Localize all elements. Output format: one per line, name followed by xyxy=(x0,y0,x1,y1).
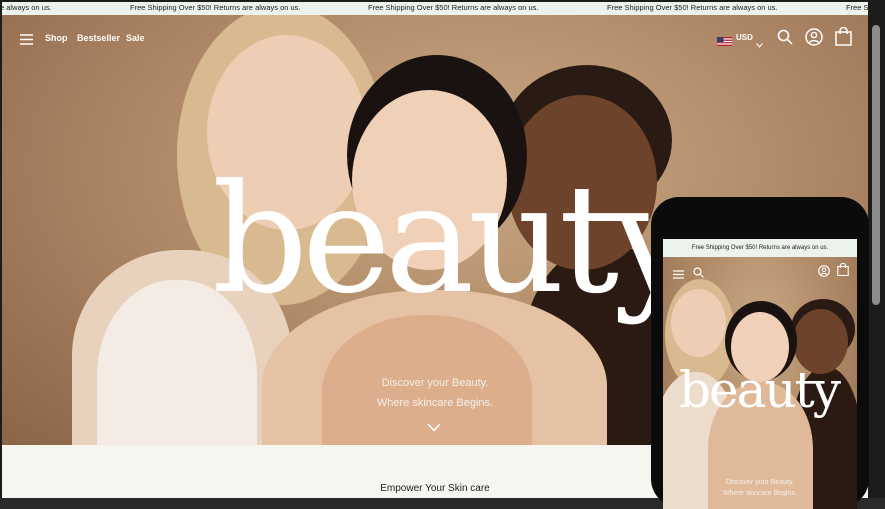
nav-link-sale[interactable]: Sale xyxy=(126,33,145,43)
search-icon[interactable] xyxy=(693,265,704,278)
currency-selector[interactable]: USD xyxy=(717,32,765,48)
nav-link-bestseller[interactable]: Bestseller xyxy=(77,33,120,43)
mobile-preview: Free Shipping Over $50! Returns are alwa… xyxy=(651,197,869,509)
announcement-text: Free Shipping Over $50! Returns are alwa… xyxy=(846,3,868,12)
scrollbar-thumb[interactable] xyxy=(872,25,880,305)
us-flag-icon xyxy=(717,33,732,46)
announcement-text: Free Shipping Over $50! Returns are alwa… xyxy=(130,3,301,12)
mobile-announcement: Free Shipping Over $50! Returns are alwa… xyxy=(663,239,857,257)
mobile-hero-headline: beauty xyxy=(679,361,841,419)
announcement-text: Free Shipping Over $50! Returns are alwa… xyxy=(607,3,778,12)
menu-icon[interactable] xyxy=(673,266,684,279)
account-icon[interactable] xyxy=(818,264,830,277)
browser-frame: e always on us. Free Shipping Over $50! … xyxy=(0,0,885,509)
chevron-down-icon xyxy=(756,35,763,48)
mobile-tagline-line1: Discover your Beauty. xyxy=(726,479,794,486)
cart-icon[interactable] xyxy=(837,262,849,277)
mobile-hero: beauty Discover your Beauty. Where skinc… xyxy=(663,257,857,509)
currency-label: USD xyxy=(736,33,753,42)
site-header: Shop Bestseller Sale USD xyxy=(2,15,868,60)
announcement-bar: e always on us. Free Shipping Over $50! … xyxy=(2,2,868,15)
mobile-tagline-line2: Where skincare Begins. xyxy=(723,490,797,497)
mobile-screen: Free Shipping Over $50! Returns are alwa… xyxy=(663,239,857,509)
account-icon[interactable] xyxy=(805,28,823,46)
chevron-down-icon[interactable] xyxy=(427,419,441,432)
announcement-text: Free Shipping Over $50! Returns are alwa… xyxy=(368,3,539,12)
announcement-text: e always on us. xyxy=(2,3,52,12)
hero-headline: beauty xyxy=(212,153,698,327)
scrollbar[interactable] xyxy=(870,15,882,498)
search-icon[interactable] xyxy=(777,29,793,45)
nav-link-shop[interactable]: Shop xyxy=(45,33,68,43)
menu-icon[interactable] xyxy=(20,32,33,45)
cart-icon[interactable] xyxy=(835,26,852,46)
